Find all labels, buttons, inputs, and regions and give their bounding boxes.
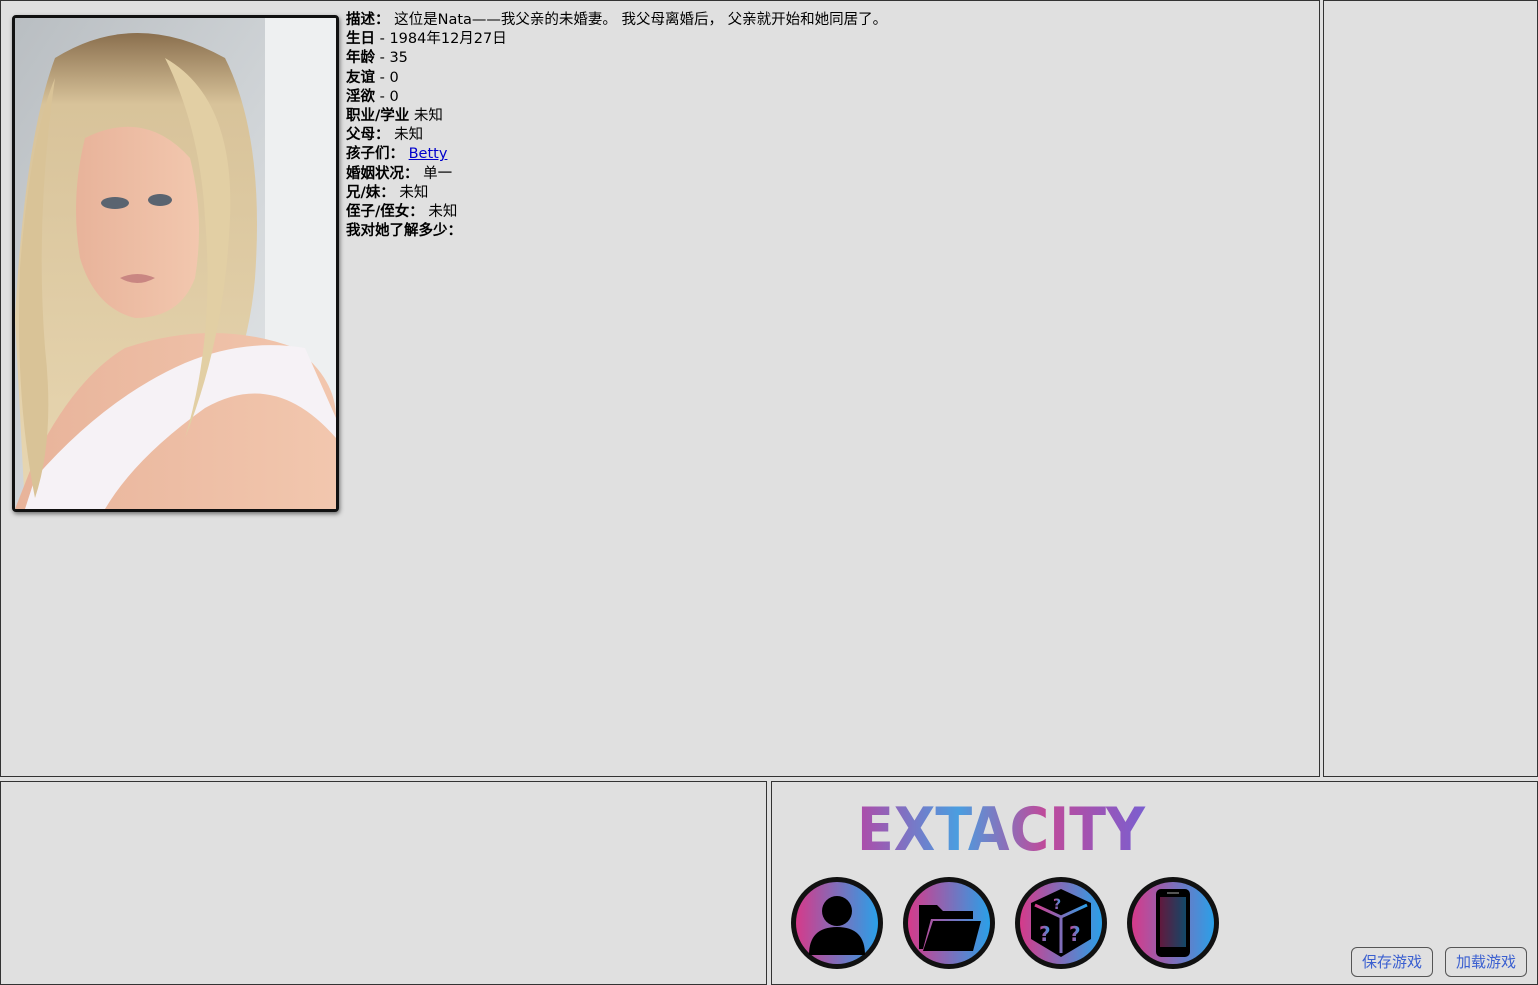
profile-value: 单一 [418,165,453,182]
question-dice-icon: ? ? ? [1015,877,1107,969]
person-icon [791,877,883,969]
inventory-button[interactable] [901,875,997,971]
profile-key: 年龄 [346,50,375,67]
profile-row-children: 孩子们： Betty [346,145,887,164]
profile-row-description: 描述： 这位是Nata——我父亲的未婚妻。 我父母离婚后， 父亲就开始和她同居了… [346,11,887,30]
profile-key: 孩子们： [346,146,404,163]
profile-value: - 0 [375,69,399,86]
profile-row-age: 年龄 - 35 [346,49,887,68]
phone-icon [1127,877,1219,969]
child-link-betty[interactable]: Betty [409,146,448,162]
random-button[interactable]: ? ? ? [1013,875,1109,971]
character-portrait [12,15,339,512]
profile-key: 描述： [346,12,390,28]
logo-text: EXTACITY [857,795,1146,858]
profile-row-birthday: 生日 - 1984年12月27日 [346,30,887,49]
profile-value: 这位是Nata——我父亲的未婚妻。 我父母离婚后， 父亲就开始和她同居了。 [389,12,888,28]
profile-row-knowledge: 我对她了解多少： [346,222,887,241]
profile-row-siblings: 兄/妹： 未知 [346,184,887,203]
profile-key: 淫欲 [346,88,375,105]
profile-value: - 0 [375,88,399,105]
side-panel [1323,0,1538,777]
phone-button[interactable] [1125,875,1221,971]
profile-key: 兄/妹： [346,184,395,201]
profile-value: 未知 [423,204,458,221]
profile-value: 未知 [394,184,429,201]
svg-text:?: ? [1053,897,1061,913]
extacity-logo: EXTACITY [857,795,1146,865]
profile-info: 描述： 这位是Nata——我父亲的未婚妻。 我父母离婚后， 父亲就开始和她同居了… [346,11,887,241]
profile-value: 未知 [409,108,443,125]
svg-text:?: ? [1039,922,1051,946]
profile-row-lust: 淫欲 - 0 [346,88,887,107]
profile-row-marital-status: 婚姻状况： 单一 [346,165,887,184]
profile-key: 职业/学业 [346,108,410,125]
profile-row-nephews: 侄子/侄女： 未知 [346,203,887,222]
profile-key: 侄子/侄女： [346,204,424,221]
control-panel: EXTACITY ? ? ? 保存游戏 加载游戏 [771,781,1538,985]
game-logo: EXTACITY [857,792,1147,865]
profile-key: 我对她了解多少： [346,223,462,240]
profile-value: 未知 [389,127,424,144]
profile-value: - 1984年12月27日 [375,31,507,48]
message-panel [0,781,767,985]
profile-row-parents: 父母： 未知 [346,126,887,145]
character-button[interactable] [789,875,885,971]
profile-key: 友谊 [346,69,375,86]
woman-portrait-photo [15,18,336,509]
svg-text:?: ? [1069,922,1081,946]
main-panel: 描述： 这位是Nata——我父亲的未婚妻。 我父母离婚后， 父亲就开始和她同居了… [0,0,1320,777]
folder-icon [903,877,995,969]
profile-row-friendship: 友谊 - 0 [346,69,887,88]
profile-value: - 35 [375,50,408,67]
save-game-button[interactable]: 保存游戏 [1351,947,1434,977]
profile-key: 生日 [346,31,375,48]
profile-row-occupation: 职业/学业 未知 [346,107,887,126]
load-game-button[interactable]: 加载游戏 [1445,947,1528,977]
profile-key: 婚姻状况： [346,165,419,182]
profile-key: 父母： [346,127,390,144]
